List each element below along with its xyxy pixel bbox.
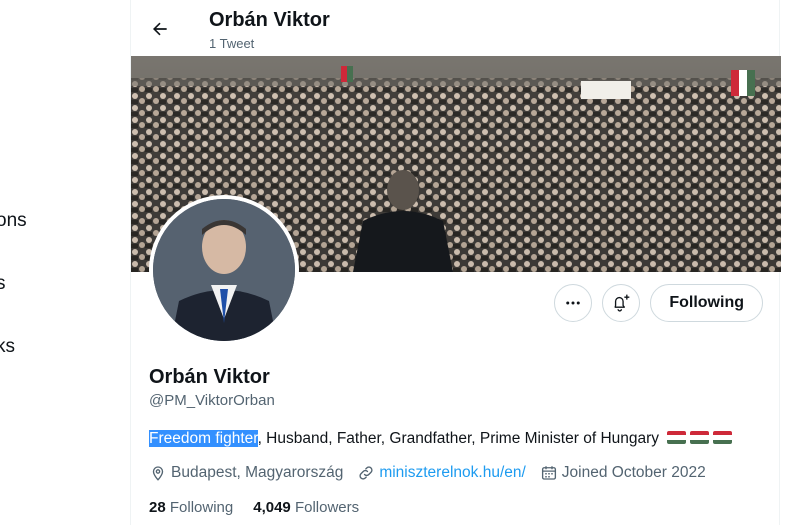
profile-avatar[interactable]: [149, 195, 299, 345]
profile-stats: 28 Following 4,049 Followers: [149, 499, 379, 516]
left-navigation: ons s ks: [0, 0, 130, 525]
hungary-flag-icon: [667, 431, 687, 444]
following-link[interactable]: 28 Following: [149, 499, 233, 516]
bio-text: , Husband, Father, Grandfather, Prime Mi…: [257, 430, 660, 447]
calendar-icon: [541, 466, 556, 480]
more-icon: [566, 301, 581, 305]
notify-button[interactable]: [602, 284, 641, 322]
profile-actions: Following: [554, 284, 763, 324]
back-button[interactable]: [143, 12, 177, 46]
followers-label: Followers: [294, 499, 360, 516]
profile-handle: @PM_ViktorOrban: [149, 392, 275, 409]
bio-selected-text: Freedom fighter: [149, 430, 258, 447]
following-button[interactable]: Following: [650, 284, 763, 322]
profile-website[interactable]: miniszterelnok.hu/en/: [357, 464, 526, 482]
link-icon: [359, 466, 373, 480]
following-label: Following: [169, 499, 234, 516]
profile-header: Orbán Viktor 1 Tweet: [131, 0, 781, 56]
location-pin-icon: [152, 466, 164, 481]
followers-link[interactable]: 4,049 Followers: [253, 499, 359, 516]
bell-plus-icon: [614, 294, 630, 312]
website-link[interactable]: miniszterelnok.hu/en/: [379, 464, 525, 482]
profile-column: Orbán Viktor 1 Tweet Following Orbán Vik…: [130, 0, 781, 525]
nav-item-bookmarks[interactable]: ks: [0, 336, 15, 358]
more-button[interactable]: [554, 284, 593, 322]
profile-meta: Budapest, Magyarország miniszterelnok.hu…: [149, 464, 720, 482]
profile-joined: Joined October 2022: [540, 464, 706, 482]
tweet-count: 1 Tweet: [209, 36, 255, 51]
hungary-flag-icon: [713, 431, 733, 444]
arrow-left-icon: [153, 22, 167, 36]
following-count: 28: [149, 499, 166, 516]
profile-location: Budapest, Magyarország: [149, 464, 343, 482]
joined-text: Joined October 2022: [561, 464, 706, 481]
followers-count: 4,049: [253, 499, 291, 516]
profile-bio: Freedom fighter, Husband, Father, Grandf…: [149, 430, 733, 448]
hungary-flag-icon: [690, 431, 710, 444]
header-title: Orbán Viktor: [209, 9, 330, 31]
location-text: Budapest, Magyarország: [171, 464, 344, 481]
nav-item-lists[interactable]: s: [0, 273, 6, 295]
nav-item-notifications[interactable]: ons: [0, 210, 27, 232]
profile-name: Orbán Viktor: [149, 366, 270, 388]
